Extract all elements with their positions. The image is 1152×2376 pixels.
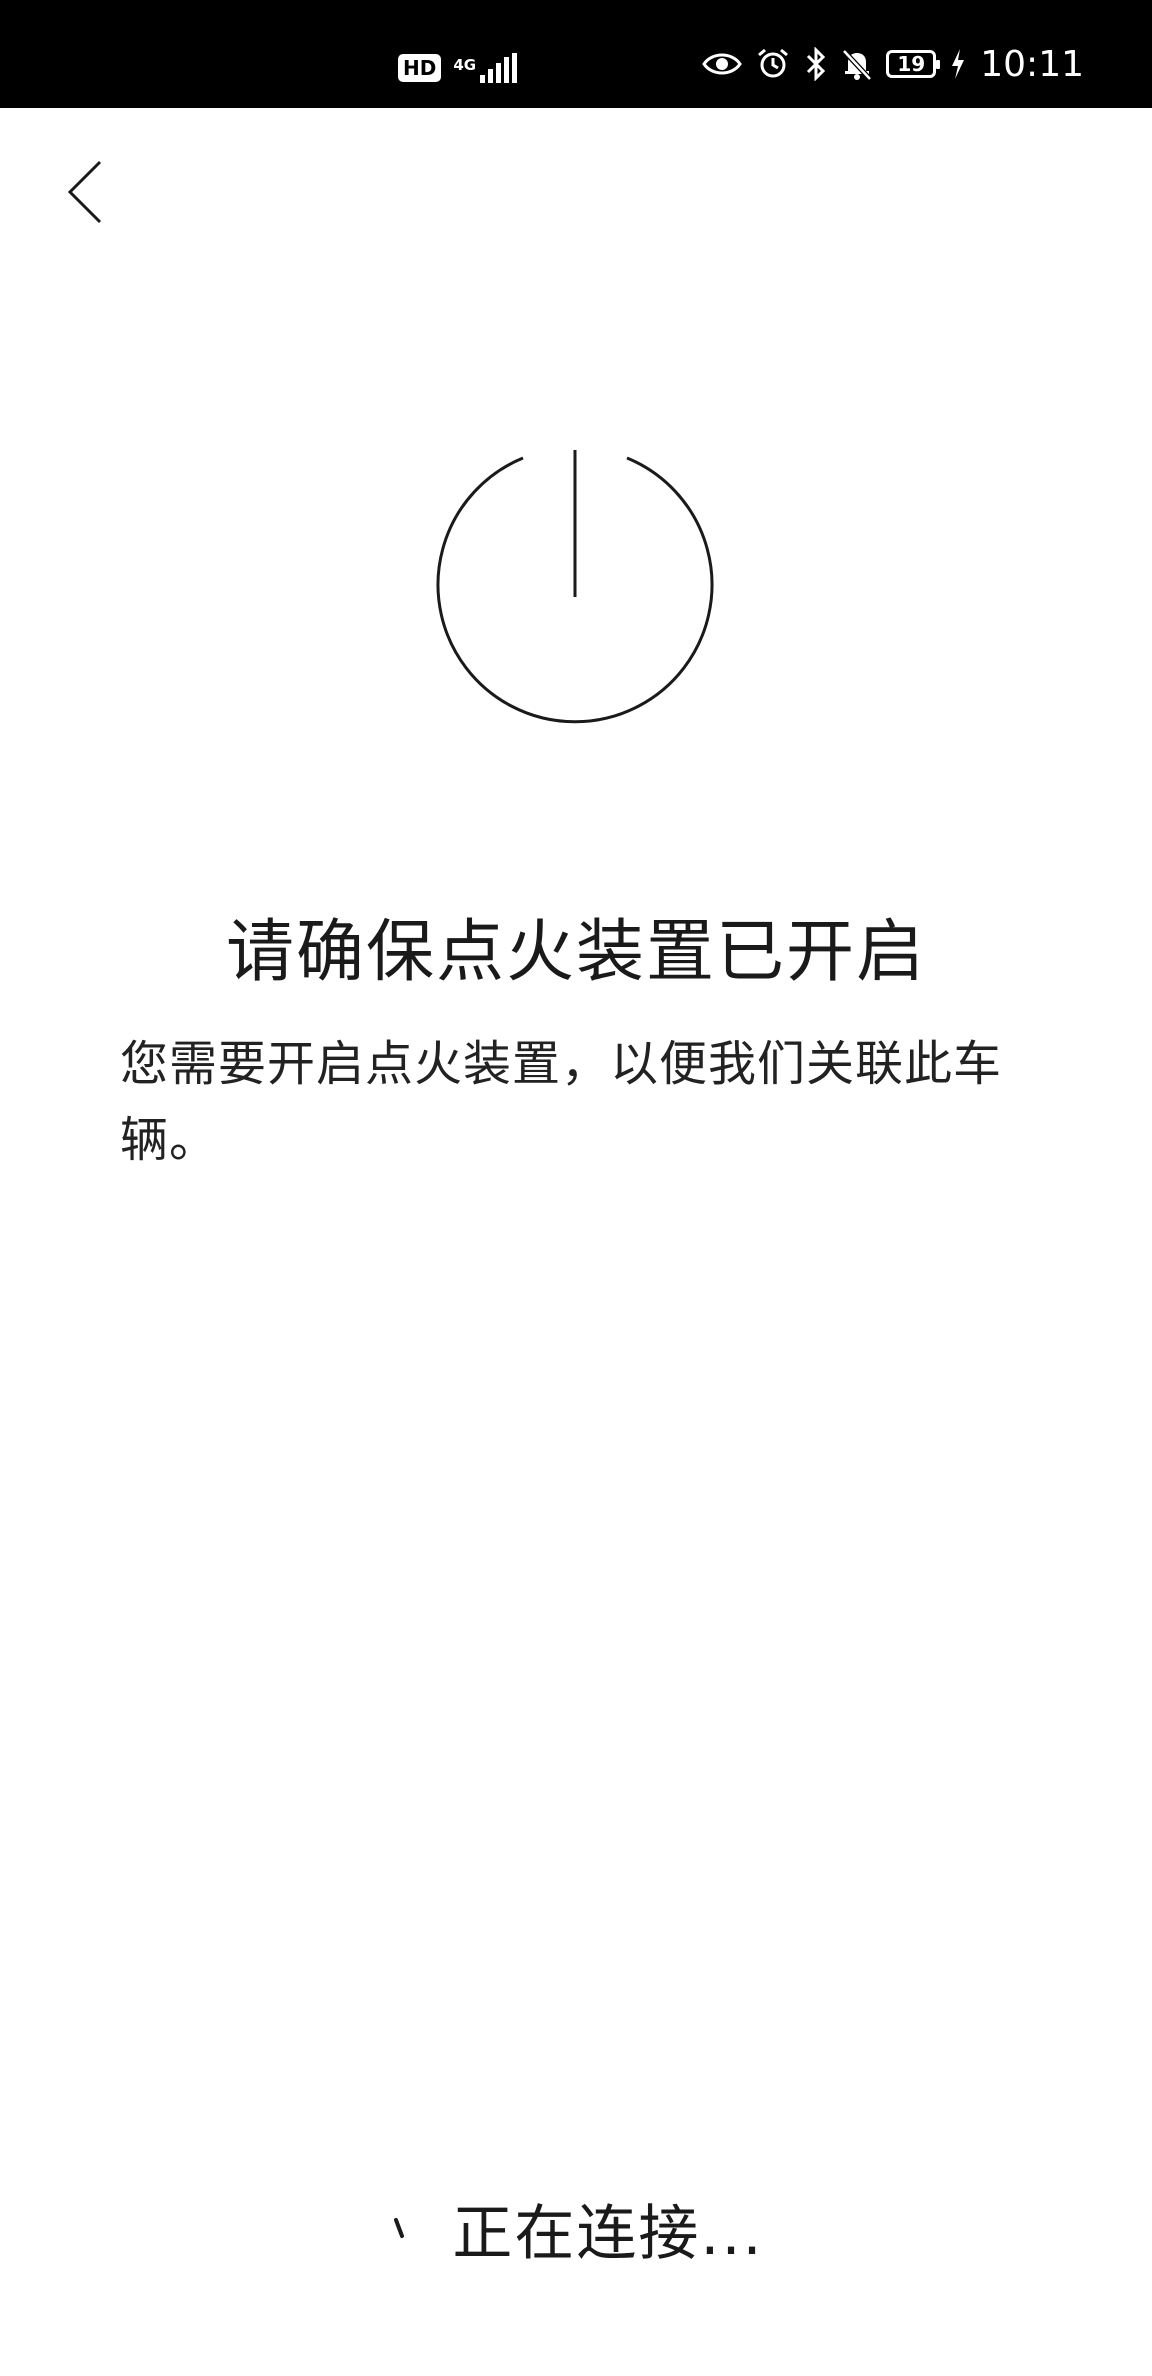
clock: 10:11 — [980, 43, 1084, 85]
signal-bars — [480, 53, 518, 83]
alarm-icon — [758, 48, 789, 78]
loading-spinner-icon — [394, 2217, 405, 2238]
status-bar: HD 4G 19 10:11 — [0, 0, 1152, 108]
connection-status: 正在连接... — [0, 2185, 1152, 2272]
power-icon — [436, 450, 714, 724]
chevron-left-icon — [67, 160, 102, 224]
hd-icon: HD — [398, 54, 442, 82]
network-type-label: 4G — [453, 56, 477, 74]
bluetooth-icon — [807, 47, 826, 81]
charging-icon — [952, 49, 965, 79]
status-bar-left: HD 4G — [398, 50, 518, 86]
mute-bell-icon — [842, 49, 873, 81]
back-button[interactable] — [56, 150, 116, 230]
status-bar-right: 19 10:11 — [702, 43, 1084, 85]
page-title: 请确保点火装置已开启 — [225, 913, 926, 992]
signal-icon: 4G — [453, 53, 518, 83]
connecting-label: 正在连接... — [452, 2199, 764, 2269]
page-description: 您需要开启点火装置，以便我们关联此车辆。 — [120, 1036, 1003, 1168]
eye-icon — [702, 53, 743, 75]
battery-icon: 19 — [886, 50, 941, 78]
ignition-check-screen: HD 4G 19 10:11 请确保点火装置已开启 您需要开启点火装置，以便我们… — [0, 0, 1152, 2376]
